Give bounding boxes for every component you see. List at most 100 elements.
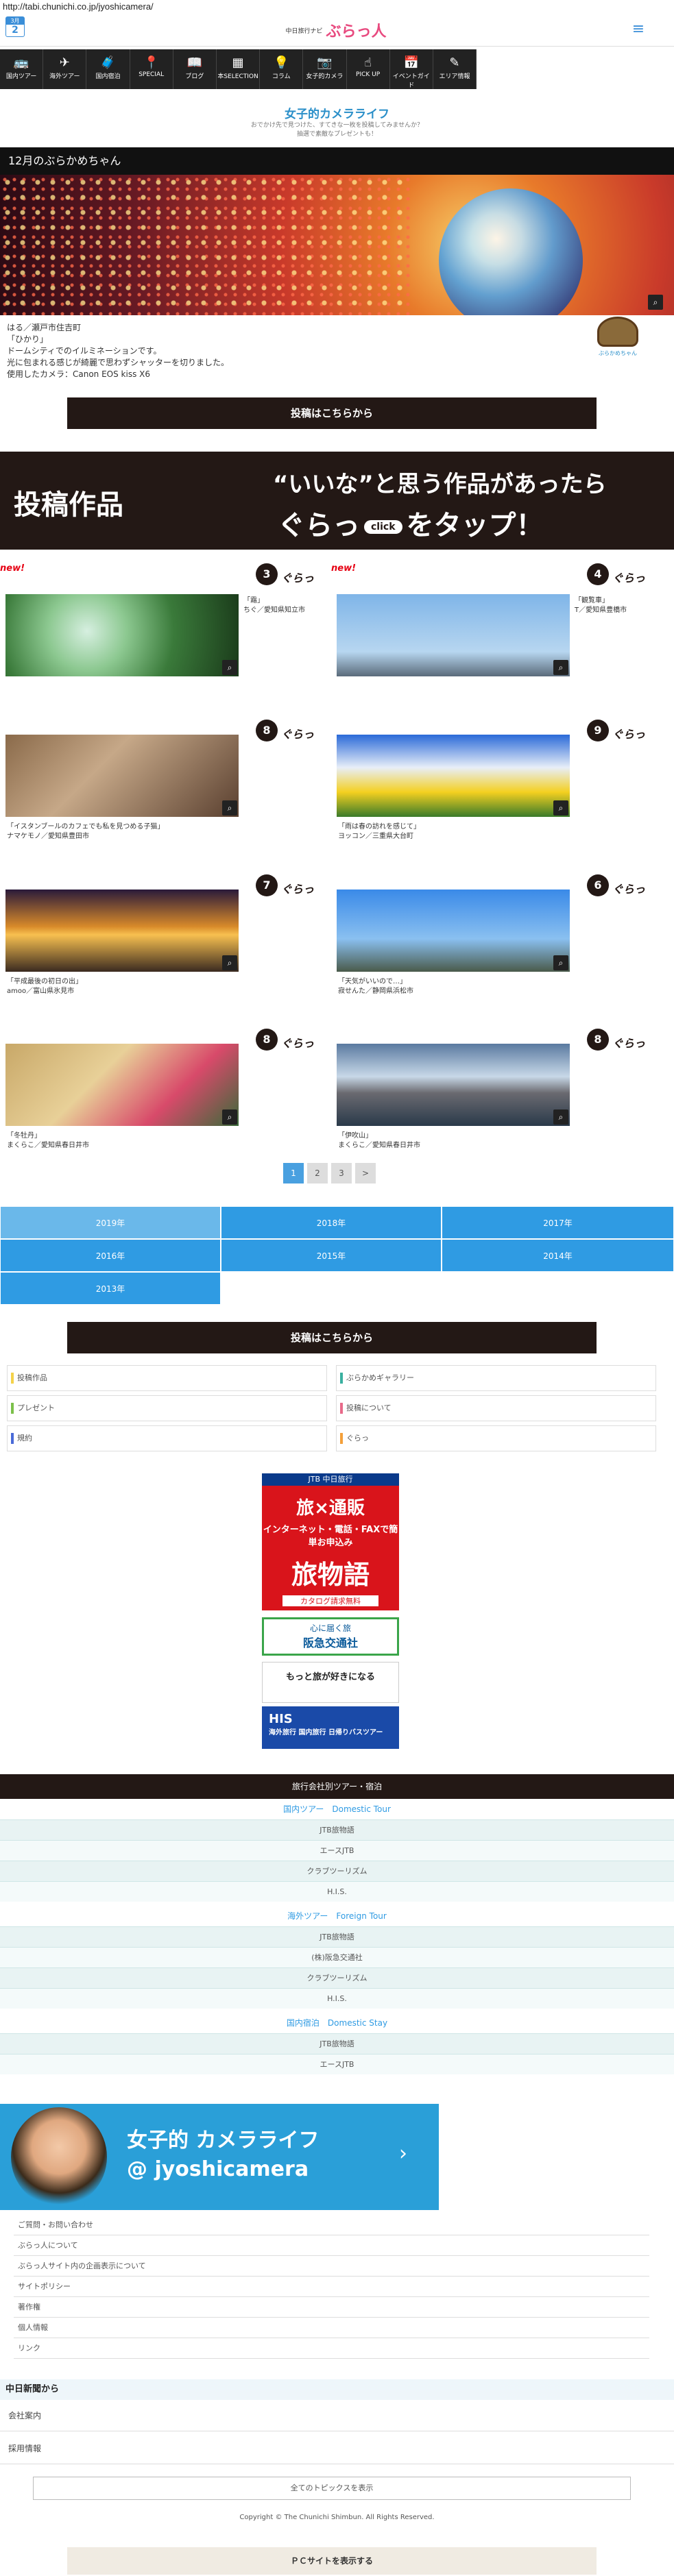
section-link[interactable]: 規約 [7,1425,327,1451]
footer-link[interactable]: 個人情報 [14,2318,649,2338]
site-logo[interactable]: 中日旅行ナビ ぶらっ人 [281,19,391,42]
footer-link[interactable]: ご質問・お問い合わせ [14,2215,649,2235]
tour-link[interactable]: (株)阪急交通社 [0,1947,674,1967]
page-link[interactable]: 3 [331,1163,352,1183]
work-card[interactable]: new! 3 ぐらっ ⌕ 「霜」 ちぐ／愛知県知立市 [0,563,322,707]
year-link[interactable]: 2016年 [0,1239,221,1272]
work-photo[interactable]: ⌕ [337,1044,570,1126]
section-link[interactable]: 投稿について [336,1395,656,1421]
work-card[interactable]: 9 ぐらっ ⌕ 「雨は春の訪れを感じて」 ヨッコン／三重県大台町 [331,720,653,863]
page-link[interactable]: 2 [307,1163,328,1183]
url-bar[interactable]: http://tabi.chunichi.co.jp/jyoshicamera/ [0,0,674,15]
zoom-icon[interactable]: ⌕ [553,800,568,815]
work-card[interactable]: 8 ぐらっ ⌕ 「伊吹山」 まくらこ／愛知県春日井市 [331,1029,653,1173]
zoom-icon[interactable]: ⌕ [222,1109,237,1125]
camera-icon: 📷 [317,56,333,70]
chunichi-link[interactable]: 採用情報 [0,2433,674,2464]
footer-link[interactable]: 著作権 [14,2297,649,2318]
post-button[interactable]: 投稿はこちらから [67,397,597,429]
work-card[interactable]: 8 ぐらっ ⌕ 「冬牡丹」 まくらこ／愛知県春日井市 [0,1029,322,1173]
nav-item[interactable]: ✈ 海外ツアー [43,49,87,89]
tour-link[interactable]: JTB旅物語 [0,2033,674,2054]
year-link[interactable]: 2013年 [0,1272,221,1305]
gura-button[interactable]: ぐらっ [612,880,645,896]
gura-button[interactable]: ぐらっ [281,1034,314,1051]
nav-item[interactable]: 📍 SPECIAL [130,49,173,89]
zoom-icon[interactable]: ⌕ [648,295,663,310]
gura-button[interactable]: ぐらっ [281,725,314,741]
tour-link[interactable]: エースJTB [0,2054,674,2074]
year-link[interactable]: 2018年 [221,1206,442,1239]
hero-photo[interactable]: ⌕ [0,175,674,315]
zoom-icon[interactable]: ⌕ [222,800,237,815]
zoom-icon[interactable]: ⌕ [553,660,568,675]
page-link[interactable]: 1 [283,1163,304,1183]
nav-item[interactable]: 🚌 国内ツアー [0,49,44,89]
calendar-icon[interactable]: 3月 2 [5,16,25,37]
tour-foreign-title[interactable]: 海外ツアー Foreign Tour [0,1906,674,1926]
section-link[interactable]: 投稿作品 [7,1365,327,1391]
tour-link[interactable]: クラブツーリズム [0,1967,674,1988]
hankyu-ad[interactable]: 心に届く旅 阪急交通社 [262,1617,399,1656]
nav-item[interactable]: 📷 女子的カメラ [303,49,347,89]
work-photo[interactable]: ⌕ [337,735,570,817]
work-card[interactable]: 7 ぐらっ ⌕ 「平成最後の初日の出」 amoo／富山県氷見市 [0,874,322,1018]
year-link[interactable]: 2014年 [442,1239,674,1272]
tour-link[interactable]: JTB旅物語 [0,1819,674,1840]
footer-link[interactable]: ぶらっ人サイト内の企画表示について [14,2256,649,2277]
nav-item[interactable]: 📖 ブログ [173,49,217,89]
nav-item[interactable]: ✎ エリア情報 [433,49,477,89]
pc-site-button[interactable]: ＰＣサイトを表示する [67,2547,597,2575]
twitter-banner[interactable]: 女子的 カメラライフ @ jyoshicamera › [0,2104,439,2210]
tour-link[interactable]: エースJTB [0,1840,674,1861]
work-card[interactable]: new! 4 ぐらっ ⌕ 「観覧車」 T／愛知県豊橋市 [331,563,653,707]
tour-link[interactable]: H.I.S. [0,1988,674,2009]
post-button-2[interactable]: 投稿はこちらから [67,1322,597,1353]
zoom-icon[interactable]: ⌕ [222,660,237,675]
work-card[interactable]: 6 ぐらっ ⌕ 「天気がいいので…」 寂せんた／静岡県浜松市 [331,874,653,1018]
nav-item[interactable]: 📅 イベントガイド [390,49,433,89]
tour-domestic-title[interactable]: 国内ツアー Domestic Tour [0,1799,674,1819]
section-link[interactable]: プレゼント [7,1395,327,1421]
footer-link[interactable]: リンク [14,2338,649,2359]
gura-button[interactable]: ぐらっ [612,1034,645,1051]
zoom-icon[interactable]: ⌕ [222,955,237,970]
show-all-button[interactable]: 全てのトピックスを表示 [33,2477,631,2500]
tour-stay-title[interactable]: 国内宿泊 Domestic Stay [0,2013,674,2033]
gura-button[interactable]: ぐらっ [281,569,314,585]
year-link[interactable]: 2017年 [442,1206,674,1239]
work-photo[interactable]: ⌕ [5,735,239,817]
tour-link[interactable]: JTB旅物語 [0,1926,674,1947]
year-link[interactable]: 2019年 [0,1206,221,1239]
chunichi-link[interactable]: 会社案内 [0,2400,674,2431]
gura-button[interactable]: ぐらっ [281,880,314,896]
work-photo[interactable]: ⌕ [5,890,239,972]
tour-link[interactable]: H.I.S. [0,1881,674,1902]
intro-line2: 抽選で素敵なプレゼントも！ [296,131,377,138]
work-photo[interactable]: ⌕ [337,594,570,676]
club-tourism-ad[interactable]: もっと旅が好きになる [262,1662,399,1703]
zoom-icon[interactable]: ⌕ [553,1109,568,1125]
work-card[interactable]: 8 ぐらっ ⌕ 「イスタンブールのカフェでも私を見つめる子猫」 ナマケモノ／愛知県豊田市 [0,720,322,863]
his-ad[interactable]: HIS 海外旅行 国内旅行 日帰りバスツアー [262,1706,399,1749]
nav-item[interactable]: ☝ PICK UP [347,49,390,89]
nav-item[interactable]: ▦ 本SELECTION [217,49,261,89]
page-link[interactable]: > [355,1163,376,1183]
nav-item[interactable]: 🧳 国内宿泊 [86,49,130,89]
section-link[interactable]: ぐらっ [336,1425,656,1451]
work-photo[interactable]: ⌕ [337,890,570,972]
work-photo[interactable]: ⌕ [5,1044,239,1126]
tour-link[interactable]: クラブツーリズム [0,1861,674,1881]
new-badge: new! [331,563,357,574]
gura-button[interactable]: ぐらっ [612,725,645,741]
year-link[interactable]: 2015年 [221,1239,442,1272]
zoom-icon[interactable]: ⌕ [553,955,568,970]
menu-icon[interactable]: ≡ [629,22,647,37]
nav-item[interactable]: 💡 コラム [260,49,304,89]
gura-button[interactable]: ぐらっ [612,569,645,585]
footer-link[interactable]: ぶらっ人について [14,2235,649,2256]
work-photo[interactable]: ⌕ [5,594,239,676]
section-link[interactable]: ぶらかめギャラリー [336,1365,656,1391]
jtb-ad[interactable]: JTB 中日旅行 旅×通販 インターネット・電話・FAXで簡単お申込み 旅物語 … [262,1473,399,1610]
footer-link[interactable]: サイトポリシー [14,2277,649,2297]
